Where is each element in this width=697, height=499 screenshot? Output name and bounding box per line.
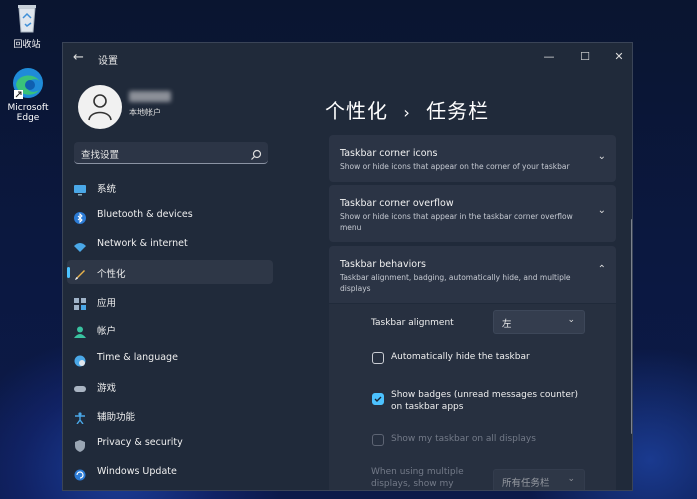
auto-hide-checkbox[interactable] xyxy=(372,352,384,364)
edge-icon xyxy=(11,66,45,100)
chevron-down-icon: ⌄ xyxy=(567,315,575,325)
chevron-down-icon[interactable]: ⌄ xyxy=(598,205,606,216)
settings-window: ← 设置 — ☐ ✕ 本地帐户 查找设置 系统 Bluetooth & devi… xyxy=(62,42,633,491)
dropdown-value: 所有任务栏 xyxy=(502,478,550,489)
card-description: Show or hide icons that appear on the co… xyxy=(340,162,570,171)
taskbar-corner-icons-card[interactable]: Taskbar corner icons Show or hide icons … xyxy=(329,135,616,182)
vertical-scrollbar[interactable] xyxy=(631,219,632,434)
minimize-button[interactable]: — xyxy=(534,47,564,67)
blurred-user-name xyxy=(129,91,171,102)
nav-item-bluetooth[interactable]: Bluetooth & devices xyxy=(67,203,273,227)
person-icon xyxy=(74,323,86,338)
all-displays-label: Show my taskbar on all displays xyxy=(391,434,536,444)
content-pane: 个性化 › 任务栏 Taskbar corner icons Show or h… xyxy=(278,73,632,490)
card-title: Taskbar behaviors xyxy=(340,259,426,270)
monitor-icon xyxy=(74,181,86,196)
nav-label: Network & internet xyxy=(97,238,188,249)
nav-label: 个性化 xyxy=(97,269,126,280)
dropdown-value: 左 xyxy=(502,319,512,330)
breadcrumb: 个性化 › 任务栏 xyxy=(325,95,489,124)
brush-icon xyxy=(74,266,86,280)
nav-item-accounts[interactable]: 帐户 xyxy=(67,317,273,341)
checkmark-icon xyxy=(374,396,382,402)
globe-clock-icon xyxy=(74,352,86,367)
title-bar: ← 设置 — ☐ ✕ xyxy=(63,43,632,73)
nav-item-network[interactable]: Network & internet xyxy=(67,232,273,256)
apps-icon xyxy=(74,295,86,310)
nav-label: 辅助功能 xyxy=(97,412,136,423)
breadcrumb-parent[interactable]: 个性化 xyxy=(325,99,388,123)
nav-item-time-language[interactable]: Time & language xyxy=(67,346,273,370)
all-displays-checkbox[interactable] xyxy=(372,434,384,446)
nav-label: 系统 xyxy=(97,184,117,195)
page-title: 任务栏 xyxy=(426,99,490,123)
avatar[interactable] xyxy=(78,85,122,129)
nav-label: Bluetooth & devices xyxy=(97,209,193,220)
nav-label: Windows Update xyxy=(97,466,177,477)
show-badges-label: Show badges (unread messages counter) on… xyxy=(391,390,579,412)
taskbar-behaviors-panel: Taskbar alignment 左 ⌄ Automatically hide… xyxy=(329,304,616,490)
multi-display-label: When using multiple displays, show my xyxy=(371,467,464,489)
nav-item-privacy[interactable]: Privacy & security xyxy=(67,431,273,455)
search-placeholder: 查找设置 xyxy=(81,150,120,161)
auto-hide-label: Automatically hide the taskbar xyxy=(391,352,530,362)
search-input[interactable]: 查找设置 xyxy=(74,142,268,164)
card-title: Taskbar corner icons xyxy=(340,148,438,159)
taskbar-behaviors-card[interactable]: Taskbar behaviors Taskbar alignment, bad… xyxy=(329,246,616,303)
show-badges-checkbox[interactable] xyxy=(372,393,384,405)
nav-item-system[interactable]: 系统 xyxy=(67,175,273,199)
taskbar-alignment-label: Taskbar alignment xyxy=(371,318,454,328)
back-arrow-icon[interactable]: ← xyxy=(73,50,84,65)
taskbar-alignment-dropdown[interactable]: 左 ⌄ xyxy=(493,310,585,334)
nav-item-gaming[interactable]: 游戏 xyxy=(67,374,273,398)
wifi-icon xyxy=(74,238,86,252)
maximize-button[interactable]: ☐ xyxy=(570,47,600,67)
nav-label: Time & language xyxy=(97,352,178,363)
nav-label: 应用 xyxy=(97,298,117,309)
nav-item-windows-update[interactable]: Windows Update xyxy=(67,460,273,484)
nav-label: 游戏 xyxy=(97,383,117,394)
nav-label: Privacy & security xyxy=(97,437,183,448)
bluetooth-icon xyxy=(74,209,86,224)
update-icon xyxy=(74,466,86,481)
chevron-down-icon: ⌄ xyxy=(567,474,575,484)
edge-label-line1: Microsoft xyxy=(7,103,49,113)
nav-item-personalization[interactable]: 个性化 xyxy=(67,260,273,284)
gamepad-icon xyxy=(74,380,86,392)
card-description: Show or hide icons that appear in the ta… xyxy=(340,212,573,232)
user-silhouette-icon xyxy=(88,94,112,121)
taskbar-corner-overflow-card[interactable]: Taskbar corner overflow Show or hide ico… xyxy=(329,185,616,242)
edge-desktop-icon[interactable]: Microsoft Edge xyxy=(0,66,58,123)
card-title: Taskbar corner overflow xyxy=(340,198,454,209)
recycle-bin-label: 回收站 xyxy=(13,40,41,50)
sidebar: 本地帐户 查找设置 系统 Bluetooth & devices Network… xyxy=(63,73,278,490)
chevron-up-icon[interactable]: ⌃ xyxy=(598,264,606,275)
recycle-bin-icon xyxy=(10,0,44,34)
account-type-label: 本地帐户 xyxy=(129,108,161,117)
close-button[interactable]: ✕ xyxy=(604,47,632,67)
nav-item-apps[interactable]: 应用 xyxy=(67,289,273,313)
nav-item-accessibility[interactable]: 辅助功能 xyxy=(67,403,273,427)
active-indicator xyxy=(67,267,70,278)
chevron-down-icon[interactable]: ⌄ xyxy=(598,151,606,162)
window-title: 设置 xyxy=(98,56,118,67)
multi-display-dropdown[interactable]: 所有任务栏 ⌄ xyxy=(493,469,585,490)
nav-label: 帐户 xyxy=(97,326,117,337)
accessibility-icon xyxy=(74,409,86,425)
shield-icon xyxy=(74,437,86,452)
card-description: Taskbar alignment, badging, automaticall… xyxy=(340,273,571,293)
breadcrumb-separator: › xyxy=(403,103,411,122)
search-icon[interactable] xyxy=(250,146,262,165)
edge-label-line2: Edge xyxy=(16,113,40,123)
recycle-bin-desktop-icon[interactable]: 回收站 xyxy=(0,0,57,50)
